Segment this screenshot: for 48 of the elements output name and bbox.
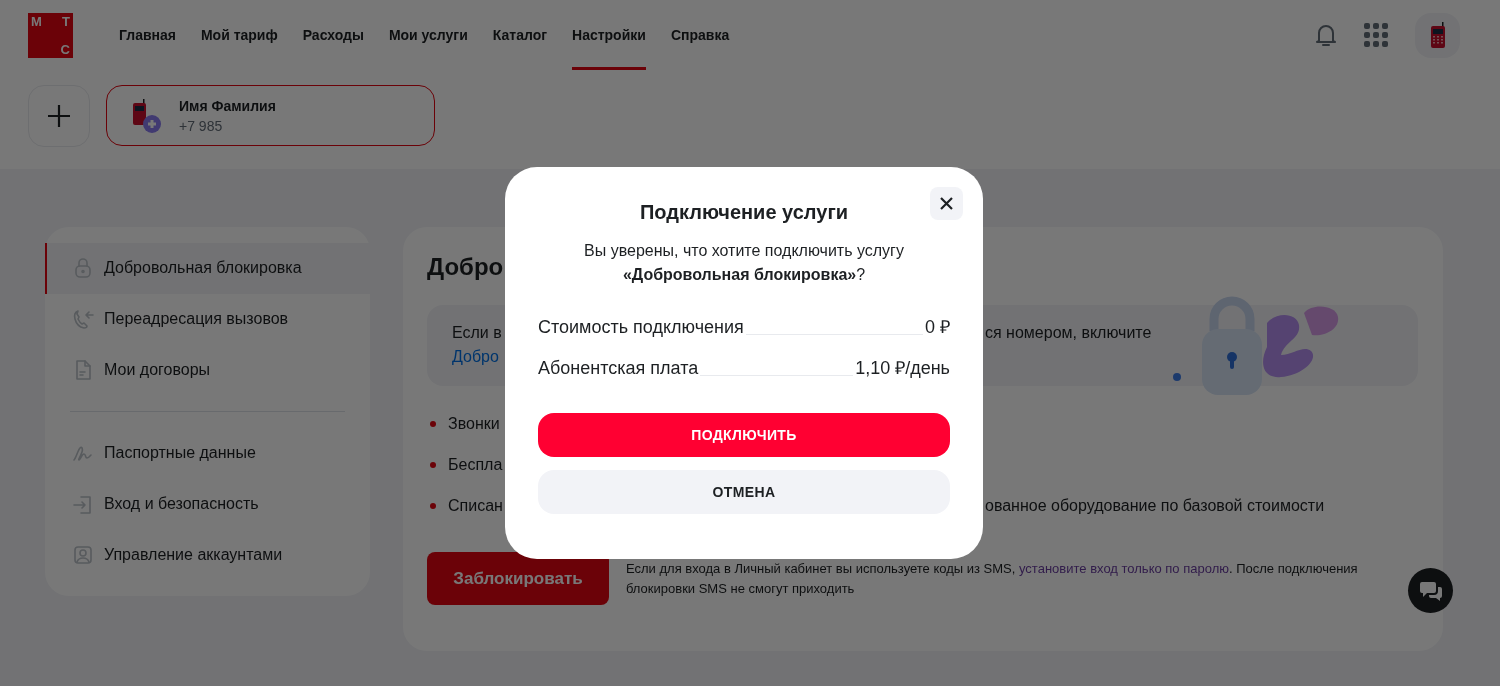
sidebar-item[interactable]: Мои договоры [45, 344, 370, 395]
info-text: ся номером, включите [985, 323, 1152, 343]
sidebar-item[interactable]: Управление аккаунтами [45, 529, 370, 580]
bullet-text: Звонки [448, 414, 501, 434]
nav-tab[interactable]: Справка [670, 0, 730, 70]
info-text: Если в [452, 323, 503, 343]
nav-tab[interactable]: Каталог [492, 0, 548, 70]
user-icon [72, 543, 94, 566]
bullet-text: ованное оборудование по базовой стоимости [985, 496, 1325, 516]
nav-tab[interactable]: Главная [119, 0, 176, 70]
apps-grid-icon[interactable] [1364, 23, 1388, 47]
mobile-phone-icon [133, 98, 163, 133]
sidebar-item[interactable]: Добровольная блокировка [45, 243, 370, 294]
close-button[interactable] [930, 187, 963, 220]
account-phone: +7 985 [179, 116, 224, 136]
logo[interactable]: М Т С [28, 12, 73, 58]
sidebar-item[interactable]: Переадресация вызовов [45, 293, 370, 345]
mobile-phone-icon [1429, 21, 1446, 49]
bullet-text: Списан [448, 496, 504, 516]
sms-note: Если для входа в Личный кабинет вы используете коды из SMS, установите вход только по паролю. После подключения блокировки SMS не смогут приходить [626, 559, 1359, 598]
price-value: 0 ₽ [925, 316, 950, 339]
cancel-button[interactable]: ОТМЕНА [538, 470, 950, 514]
add-account-button[interactable] [28, 85, 90, 147]
account-card[interactable]: Имя Фамилия +7 985 [106, 85, 435, 146]
profile-avatar[interactable] [1415, 12, 1460, 58]
page-heading: Добро [427, 252, 504, 282]
nav-tab[interactable]: Мои услуги [388, 0, 468, 70]
sidebar-item[interactable]: Вход и безопасность [45, 478, 370, 530]
info-link[interactable]: Добро [452, 348, 499, 365]
nav-tab[interactable]: Мой тариф [200, 0, 278, 70]
block-button[interactable]: Заблокировать [427, 552, 609, 605]
phone-forward-icon [72, 308, 94, 330]
close-icon [940, 197, 953, 210]
nav-tab[interactable]: Расходы [302, 0, 364, 70]
price-label: Стоимость подключения [538, 316, 744, 339]
bullet-text: Беспла [448, 455, 504, 475]
password-login-link[interactable]: установите вход только по паролю [1019, 560, 1229, 576]
sidebar-item[interactable]: Паспортные данные [45, 427, 370, 479]
dialog-question: Вы уверены, что хотите подключить услугу «Добровольная блокировка»? [583, 241, 905, 285]
chat-icon [1418, 579, 1443, 602]
lock-icon [72, 257, 94, 280]
connect-button[interactable]: ПОДКЛЮЧИТЬ [538, 413, 950, 457]
price-value: 1,10 ₽/день [855, 357, 950, 380]
notification-bell-icon[interactable] [1315, 23, 1337, 47]
dialog-title: Подключение услуги [640, 200, 848, 225]
price-label: Абонентская плата [538, 357, 699, 380]
plus-icon [47, 104, 71, 128]
account-name: Имя Фамилия [179, 96, 276, 116]
